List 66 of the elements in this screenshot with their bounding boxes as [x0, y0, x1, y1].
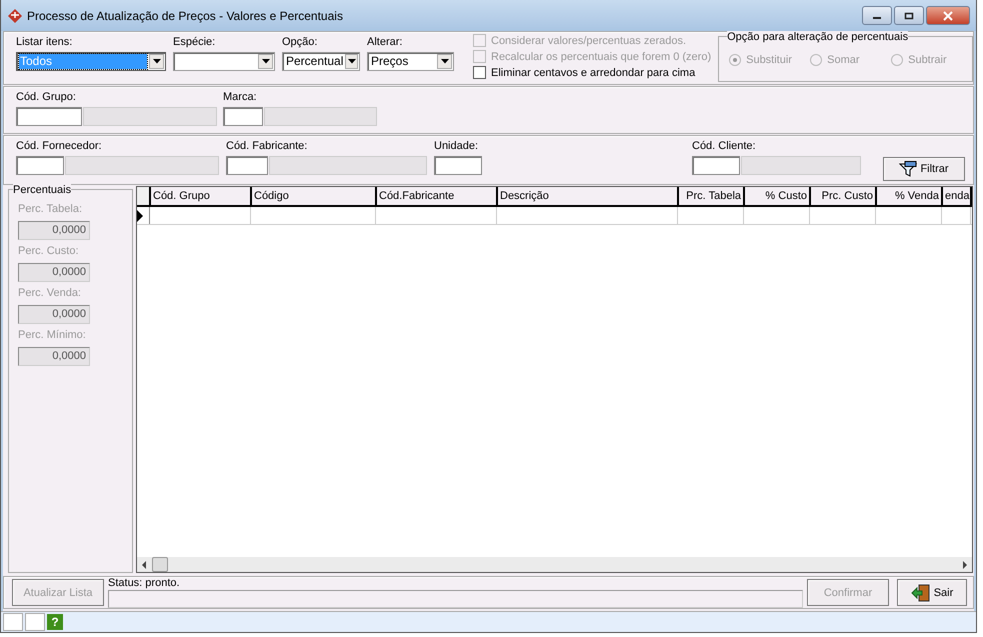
checkbox-label: Eliminar centavos e arredondar para cima	[491, 66, 696, 78]
restore-icon	[904, 12, 914, 20]
app-icon	[7, 8, 23, 24]
field-label: Perc. Mínimo:	[18, 329, 87, 343]
close-icon	[942, 10, 954, 20]
maximize-button[interactable]	[894, 6, 924, 25]
field-label: Marca:	[223, 91, 258, 105]
caret-icon	[348, 59, 356, 64]
checkbox-label: Recalcular os percentuais que forem 0 (zero)	[491, 50, 712, 62]
code-field[interactable]	[434, 156, 482, 175]
field-label: Perc. Custo:	[18, 245, 80, 259]
dropdown[interactable]	[173, 52, 275, 71]
column-header[interactable]: Cód.Fabricante	[377, 187, 498, 205]
caret-icon	[440, 59, 448, 64]
checkbox-label: Considerar valores/percentuas zerados.	[491, 34, 686, 46]
field-label: Listar itens:	[16, 36, 74, 50]
field-label: Opção:	[282, 36, 318, 50]
column-header[interactable]: % Custo	[745, 187, 811, 205]
radio-label: Subtrair	[908, 54, 947, 66]
code-field[interactable]	[223, 107, 263, 126]
radio-label: Somar	[827, 54, 860, 66]
field-label: Unidade:	[434, 140, 480, 154]
filter-icon	[899, 161, 918, 177]
scroll-thumb[interactable]	[152, 557, 168, 572]
caret-icon	[262, 59, 270, 64]
row-pointer-icon	[137, 210, 143, 222]
dropdown[interactable]: Preços	[367, 52, 454, 71]
status-text: Status: pronto.	[108, 577, 181, 590]
window-title: Processo de Atualização de Preços - Valores e Percentuais	[27, 8, 344, 22]
column-header[interactable]: % Venda	[877, 187, 943, 205]
column-header[interactable]: Código	[252, 187, 377, 205]
minimize-button[interactable]	[862, 6, 892, 25]
column-header[interactable]: Prc. Tabela	[679, 187, 745, 205]
column-header[interactable]: Cód. Grupo	[151, 187, 252, 205]
field-label: Cód. Grupo:	[16, 91, 77, 105]
horizontal-scrollbar[interactable]	[137, 557, 972, 572]
code-field[interactable]	[16, 156, 64, 175]
field-label: Cód. Fabricante:	[226, 140, 308, 154]
field-label: Espécie:	[173, 36, 216, 50]
code-field[interactable]	[692, 156, 740, 175]
dropdown-value: Preços	[370, 54, 410, 69]
checkbox[interactable]	[473, 66, 486, 79]
column-header[interactable]: Descrição	[498, 187, 679, 205]
exit-button[interactable]: Sair	[897, 579, 967, 606]
scroll-right-icon[interactable]	[962, 560, 968, 568]
field-label: Cód. Fornecedor:	[16, 140, 103, 154]
dropdown[interactable]: Percentual	[282, 52, 360, 71]
group-title: Percentuais	[13, 184, 72, 196]
field-label: Cód. Cliente:	[692, 140, 757, 154]
group-title: Opção para alteração de percentuais	[727, 31, 908, 43]
dropdown-value: Percentual	[285, 54, 344, 69]
field-label: Alterar:	[367, 36, 404, 50]
radio-label: Substituir	[746, 54, 792, 66]
filter-button[interactable]: Filtrar	[883, 157, 965, 181]
dropdown-value: Todos	[19, 54, 147, 69]
help-icon[interactable]: ?	[47, 614, 63, 630]
code-field[interactable]	[226, 156, 268, 175]
column-header[interactable]: Prc. Custo	[811, 187, 877, 205]
close-button[interactable]	[926, 6, 970, 25]
caret-icon	[152, 59, 160, 64]
field-label: Perc. Tabela:	[18, 203, 84, 217]
field-label: Perc. Venda:	[18, 287, 82, 301]
code-field[interactable]	[16, 107, 82, 126]
door-icon	[910, 584, 931, 602]
scroll-left-icon[interactable]	[141, 560, 147, 568]
column-header[interactable]: enda	[943, 187, 972, 205]
